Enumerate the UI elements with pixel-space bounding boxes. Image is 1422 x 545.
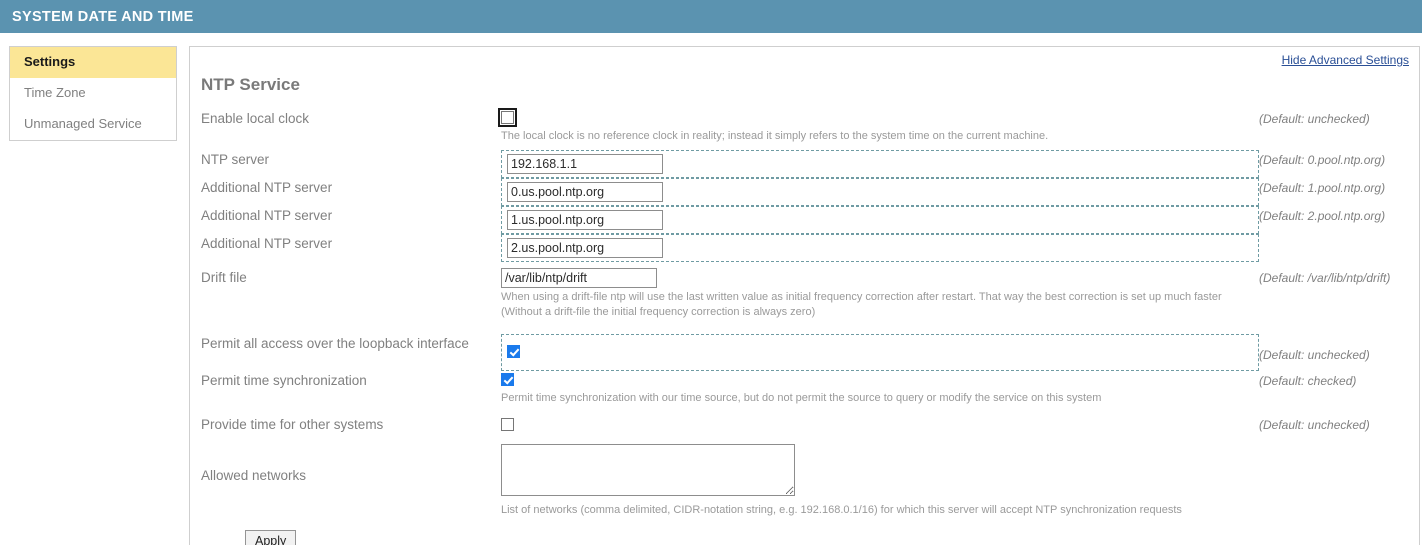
enable-local-clock-checkbox[interactable] — [498, 108, 517, 128]
field-additional-ntp-server-2 — [501, 205, 1259, 234]
row-ntp-server: NTP server (Default: 0.pool.ntp.org) — [201, 149, 1419, 178]
page-title: SYSTEM DATE AND TIME — [12, 8, 194, 25]
label-enable-local-clock: Enable local clock — [201, 111, 310, 126]
label-drift-file: Drift file — [201, 269, 247, 285]
sidebar-item-unmanaged-service[interactable]: Unmanaged Service — [10, 109, 176, 140]
additional-ntp-server-3-input[interactable] — [507, 237, 663, 258]
label-additional-ntp-server-1: Additional NTP server — [201, 179, 333, 195]
sidebar-item-label: Settings — [24, 54, 76, 69]
settings-panel: Hide Advanced Settings NTP Service Enabl… — [189, 46, 1420, 545]
row-allowed-networks: Allowed networks List of networks (comma… — [201, 444, 1419, 518]
page-body: Settings Time Zone Unmanaged Service Hid… — [0, 33, 1422, 545]
permit-time-sync-checkbox[interactable] — [501, 372, 514, 386]
field-ntp-server — [501, 149, 1259, 178]
field-permit-loopback — [501, 333, 1259, 371]
default-permit-time-sync: (Default: checked) — [1259, 373, 1357, 388]
apply-row: Apply — [201, 518, 1419, 545]
additional-ntp-server-1-input[interactable] — [507, 181, 663, 202]
ntp-settings-form: Enable local clock The local clock is no… — [190, 108, 1419, 545]
allowed-networks-textarea[interactable] — [501, 444, 795, 497]
default-additional-ntp-server-3 — [1259, 234, 1419, 237]
default-ntp-server: (Default: 0.pool.ntp.org) — [1259, 152, 1386, 167]
help-permit-time-sync: Permit time synchronization with our tim… — [501, 391, 1102, 404]
window-titlebar: SYSTEM DATE AND TIME — [0, 0, 1422, 33]
permit-loopback-checkbox[interactable] — [507, 344, 520, 358]
row-additional-ntp-server-1: Additional NTP server (Default: 1.pool.n… — [201, 177, 1419, 206]
row-drift-file: Drift file When using a drift-file ntp w… — [201, 267, 1419, 320]
label-additional-ntp-server-3: Additional NTP server — [201, 235, 333, 251]
row-additional-ntp-server-2: Additional NTP server (Default: 2.pool.n… — [201, 205, 1419, 234]
field-enable-local-clock: The local clock is no reference clock in… — [498, 108, 1259, 144]
default-provide-time: (Default: unchecked) — [1259, 418, 1370, 433]
sidebar-item-time-zone[interactable]: Time Zone — [10, 78, 176, 109]
field-allowed-networks: List of networks (comma delimited, CIDR-… — [501, 444, 1259, 518]
row-permit-loopback: Permit all access over the loopback inte… — [201, 333, 1419, 371]
label-permit-loopback: Permit all access over the loopback inte… — [201, 335, 469, 351]
drift-file-input[interactable] — [501, 267, 657, 288]
field-provide-time — [501, 415, 1259, 433]
sidebar-nav: Settings Time Zone Unmanaged Service — [9, 46, 177, 141]
default-enable-local-clock: (Default: unchecked) — [1259, 112, 1370, 126]
section-heading: NTP Service — [201, 75, 300, 94]
label-permit-time-sync: Permit time synchronization — [201, 372, 367, 388]
field-additional-ntp-server-3 — [501, 233, 1259, 262]
help-enable-local-clock: The local clock is no reference clock in… — [501, 130, 1049, 142]
field-drift-file: When using a drift-file ntp will use the… — [501, 267, 1259, 320]
sidebar-item-settings[interactable]: Settings — [10, 47, 176, 78]
row-permit-time-sync: Permit time synchronization Permit time … — [201, 371, 1419, 406]
hide-advanced-settings-link[interactable]: Hide Advanced Settings — [1282, 53, 1409, 67]
provide-time-checkbox[interactable] — [501, 417, 514, 431]
default-permit-loopback: (Default: unchecked) — [1259, 347, 1370, 362]
row-enable-local-clock: Enable local clock The local clock is no… — [201, 108, 1419, 144]
label-provide-time: Provide time for other systems — [201, 417, 384, 433]
field-permit-time-sync: Permit time synchronization with our tim… — [501, 371, 1259, 406]
label-allowed-networks: Allowed networks — [201, 468, 307, 484]
help-allowed-networks: List of networks (comma delimited, CIDR-… — [501, 504, 1182, 517]
label-additional-ntp-server-2: Additional NTP server — [201, 207, 333, 223]
default-additional-ntp-server-2: (Default: 2.pool.ntp.org) — [1259, 208, 1386, 223]
row-additional-ntp-server-3: Additional NTP server — [201, 233, 1419, 262]
field-additional-ntp-server-1 — [501, 177, 1259, 206]
ntp-server-input[interactable] — [507, 153, 663, 174]
advanced-link-row: Hide Advanced Settings — [190, 47, 1419, 67]
additional-ntp-server-2-input[interactable] — [507, 209, 663, 230]
row-provide-time: Provide time for other systems (Default:… — [201, 415, 1419, 434]
apply-button[interactable]: Apply — [245, 530, 297, 545]
default-allowed-networks — [1259, 444, 1419, 447]
default-additional-ntp-server-1: (Default: 1.pool.ntp.org) — [1259, 180, 1386, 195]
sidebar-item-label: Unmanaged Service — [24, 115, 142, 131]
help-drift-file: When using a drift-file ntp will use the… — [501, 290, 1222, 318]
default-drift-file: (Default: /var/lib/ntp/drift) — [1259, 270, 1391, 285]
label-ntp-server: NTP server — [201, 151, 270, 167]
sidebar-item-label: Time Zone — [24, 84, 86, 100]
